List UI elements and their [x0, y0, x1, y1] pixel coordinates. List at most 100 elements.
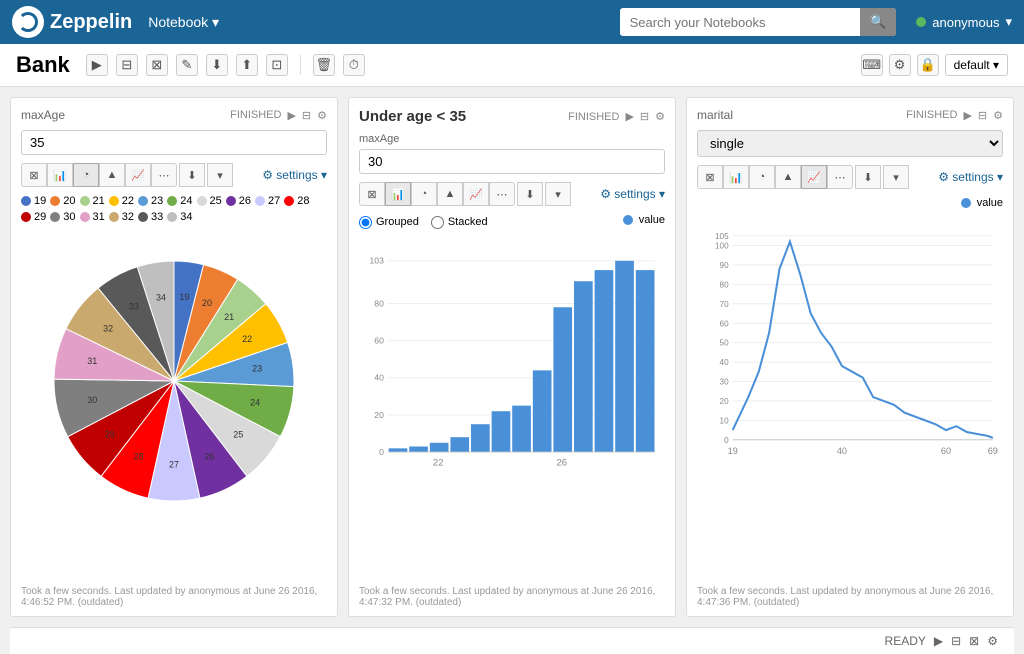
svg-text:22: 22 — [242, 334, 252, 344]
panel-marital: marital FINISHED ▶ ⊟ ⚙ single married di… — [686, 97, 1014, 617]
panel1-expand-icon[interactable]: ⊟ — [302, 109, 311, 122]
search-box: 🔍 — [620, 8, 897, 36]
panel2-run-icon[interactable]: ▶ — [625, 110, 633, 123]
bottom-bar: READY ▶ ⊟ ⊠ ⚙ — [10, 627, 1014, 654]
svg-text:34: 34 — [156, 292, 166, 302]
upload-icon[interactable]: ⬆ — [236, 54, 258, 76]
grouped-radio[interactable]: Grouped — [359, 214, 419, 230]
line-view-btn3[interactable]: 📈 — [801, 165, 827, 189]
area-view-btn2[interactable]: ▲ — [437, 182, 463, 206]
svg-text:32: 32 — [103, 323, 113, 333]
lock-icon[interactable]: 🔒 — [917, 54, 939, 76]
legend-item: 19 — [21, 195, 46, 207]
legend-item: 20 — [50, 195, 75, 207]
bottom-run-icon[interactable]: ▶ — [934, 634, 943, 648]
svg-text:40: 40 — [374, 373, 384, 383]
pie-view-btn2[interactable]: ◔ — [411, 182, 437, 206]
bar-view-btn3[interactable]: 📊 — [723, 165, 749, 189]
user-name: anonymous — [932, 15, 999, 30]
panel2-expand-icon[interactable]: ⊟ — [640, 110, 649, 123]
panel3-expand-icon[interactable]: ⊟ — [978, 109, 987, 122]
panel1-footer: Took a few seconds. Last updated by anon… — [21, 586, 327, 608]
download-icon[interactable]: ⬇ — [206, 54, 228, 76]
svg-text:31: 31 — [87, 356, 97, 366]
table-icon[interactable]: ⊠ — [146, 54, 168, 76]
notebook-button[interactable]: Notebook ▾ — [148, 14, 219, 31]
default-button[interactable]: default ▾ — [945, 54, 1008, 76]
line-view-btn[interactable]: 📈 — [125, 163, 151, 187]
table-view-btn[interactable]: ⊠ — [21, 163, 47, 187]
pie-view-btn3[interactable]: ◔ — [749, 165, 775, 189]
keyboard-icon[interactable]: ⌨ — [861, 54, 883, 76]
bottom-settings-icon[interactable]: ⚙ — [987, 634, 998, 648]
main-content: maxAge FINISHED ▶ ⊟ ⚙ ⊠ 📊 ◔ ▲ 📈 ⋯ ⬇ ▾ ⚙ … — [0, 87, 1024, 627]
panel1-dropdown-btn[interactable]: ▾ — [207, 163, 233, 187]
header: Zeppelin Notebook ▾ 🔍 anonymous ▾ — [0, 0, 1024, 44]
panel1-settings-icon[interactable]: ⚙ — [317, 109, 327, 122]
search-button[interactable]: 🔍 — [860, 8, 897, 36]
panel1-header: maxAge FINISHED ▶ ⊟ ⚙ — [21, 108, 327, 122]
bottom-grid-icon[interactable]: ⊟ — [951, 634, 961, 648]
user-status-dot — [916, 17, 926, 27]
panel-maxage: maxAge FINISHED ▶ ⊟ ⚙ ⊠ 📊 ◔ ▲ 📈 ⋯ ⬇ ▾ ⚙ … — [10, 97, 338, 617]
panel1-chart-toolbar: ⊠ 📊 ◔ ▲ 📈 ⋯ ⬇ ▾ ⚙ settings ▾ — [21, 163, 327, 187]
svg-text:103: 103 — [370, 256, 385, 266]
pie-view-btn[interactable]: ◔ — [73, 163, 99, 187]
settings-icon[interactable]: ⚙ — [889, 54, 911, 76]
legend-item: 31 — [80, 211, 105, 223]
search-container: 🔍 anonymous ▾ — [620, 8, 1012, 36]
user-info[interactable]: anonymous ▾ — [916, 14, 1012, 30]
panel3-run-icon[interactable]: ▶ — [963, 109, 971, 122]
area-view-btn3[interactable]: ▲ — [775, 165, 801, 189]
bar-view-btn[interactable]: 📊 — [47, 163, 73, 187]
panel3-select[interactable]: single married divorced — [697, 130, 1003, 157]
legend-item: 23 — [138, 195, 163, 207]
panel1-settings-btn[interactable]: ⚙ settings ▾ — [262, 168, 327, 182]
table-view-btn3[interactable]: ⊠ — [697, 165, 723, 189]
layout-icon[interactable]: ⊡ — [266, 54, 288, 76]
bottom-expand-icon[interactable]: ⊠ — [969, 634, 979, 648]
bar-view-btn2[interactable]: 📊 — [385, 182, 411, 206]
edit-icon[interactable]: ✎ — [176, 54, 198, 76]
panel3-settings-btn[interactable]: ⚙ settings ▾ — [938, 170, 1003, 184]
grid-icon[interactable]: ⊟ — [116, 54, 138, 76]
svg-text:20: 20 — [202, 298, 212, 308]
svg-text:26: 26 — [556, 457, 567, 468]
svg-text:80: 80 — [720, 280, 730, 289]
stacked-radio[interactable]: Stacked — [431, 214, 488, 230]
panel1-input[interactable] — [21, 130, 327, 155]
panel2-settings-btn[interactable]: ⚙ settings ▾ — [600, 187, 665, 201]
legend-item: 24 — [167, 195, 192, 207]
svg-text:21: 21 — [224, 312, 234, 322]
svg-text:20: 20 — [374, 410, 384, 420]
svg-text:30: 30 — [720, 378, 730, 387]
svg-text:22: 22 — [433, 457, 444, 468]
search-input[interactable] — [620, 10, 860, 35]
area-view-btn[interactable]: ▲ — [99, 163, 125, 187]
scatter-view-btn2[interactable]: ⋯ — [489, 182, 515, 206]
panel2-settings-icon[interactable]: ⚙ — [655, 110, 665, 123]
delete-icon[interactable]: 🗑 — [313, 54, 335, 76]
run-icon[interactable]: ▶ — [86, 54, 108, 76]
panel1-run-icon[interactable]: ▶ — [287, 109, 295, 122]
svg-text:20: 20 — [720, 397, 730, 406]
svg-text:80: 80 — [374, 298, 384, 308]
panel2-legend-dot — [623, 215, 633, 225]
panel2-legend: value — [623, 214, 665, 226]
panel1-download-btn[interactable]: ⬇ — [179, 163, 205, 187]
table-view-btn2[interactable]: ⊠ — [359, 182, 385, 206]
panel2-input[interactable] — [359, 149, 665, 174]
toolbar-right: ⌨ ⚙ 🔒 default ▾ — [861, 54, 1008, 76]
line-view-btn2[interactable]: 📈 — [463, 182, 489, 206]
panel2-download-btn[interactable]: ⬇ — [517, 182, 543, 206]
legend-item: 29 — [21, 211, 46, 223]
panel2-dropdown-btn[interactable]: ▾ — [545, 182, 571, 206]
panel3-download-btn[interactable]: ⬇ — [855, 165, 881, 189]
timer-icon[interactable]: ⏱ — [343, 54, 365, 76]
panel2-chart-types: ⊠ 📊 ◔ ▲ 📈 ⋯ — [359, 182, 515, 206]
scatter-view-btn[interactable]: ⋯ — [151, 163, 177, 187]
scatter-view-btn3[interactable]: ⋯ — [827, 165, 853, 189]
panel3-settings-icon[interactable]: ⚙ — [993, 109, 1003, 122]
panel3-dropdown-btn[interactable]: ▾ — [883, 165, 909, 189]
svg-text:50: 50 — [720, 339, 730, 348]
